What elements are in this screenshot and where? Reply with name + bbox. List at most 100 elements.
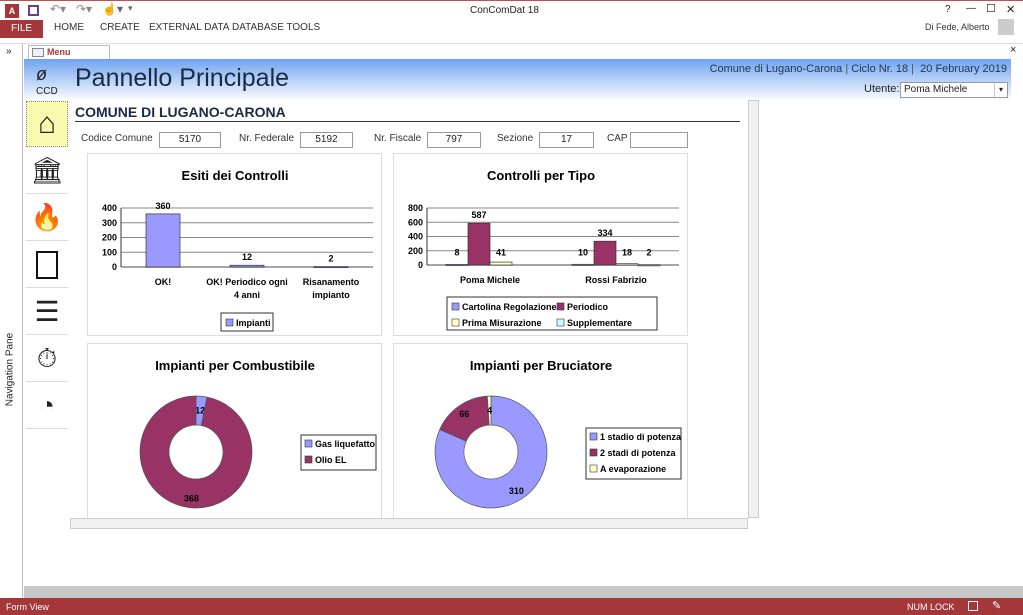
data-label: 66: [459, 409, 469, 419]
nr-fiscale-label: Nr. Fiscale: [374, 133, 422, 144]
chart-title: Controlli per Tipo: [487, 168, 595, 183]
cap-label: CAP: [607, 133, 628, 144]
ribbon: HOME CREATE EXTERNAL DATA DATABASE TOOLS…: [0, 19, 1023, 38]
x-tick-label: Rossi Fabrizio: [585, 275, 647, 285]
sezione-label: Sezione: [497, 133, 534, 144]
bar: [637, 264, 661, 267]
touch-mode-icon[interactable]: ☝▾: [102, 2, 123, 16]
status-bar: Form View NUM LOCK ✎: [0, 598, 1023, 615]
logo-text: CCD: [36, 86, 58, 97]
navigation-pane-label[interactable]: Navigation Pane: [5, 320, 16, 420]
data-label: 334: [597, 228, 612, 238]
comune-title: COMUNE DI LUGANO-CARONA: [75, 104, 286, 120]
expand-nav-button[interactable]: »: [6, 46, 12, 57]
tab-home[interactable]: HOME: [54, 22, 84, 33]
tab-external-data[interactable]: EXTERNAL DATA: [149, 22, 229, 33]
form-footer: [24, 586, 1023, 598]
data-label: 4: [487, 406, 492, 416]
divider: [75, 121, 740, 122]
close-button[interactable]: ✕: [1006, 3, 1015, 16]
num-lock-indicator: NUM LOCK: [907, 602, 955, 612]
sidebar-bank-button[interactable]: 🏛: [26, 148, 68, 194]
utente-value: Poma Michele: [904, 84, 968, 95]
form-view-icon[interactable]: [968, 601, 978, 611]
x-tick-label: OK!: [155, 277, 172, 287]
page-title: Pannello Principale: [75, 64, 290, 92]
bar: [313, 266, 349, 269]
sidebar-stopwatch-button[interactable]: ⏱: [26, 336, 68, 382]
legend-swatch: [451, 318, 460, 327]
close-tab-button[interactable]: ×: [1010, 44, 1016, 56]
cap-field[interactable]: [630, 132, 688, 148]
data-label: 8: [454, 247, 459, 257]
nr-fiscale-field[interactable]: 797: [427, 132, 481, 148]
sezione-field[interactable]: 17: [539, 132, 594, 148]
y-tick-label: 300: [102, 218, 117, 228]
ribbon-collapsed: [0, 38, 1023, 44]
header-info: Comune di Lugano-Carona | Ciclo Nr. 18 |…: [709, 63, 1007, 75]
data-label: 360: [155, 201, 170, 211]
legend-swatch: [589, 448, 598, 457]
nr-federale-field[interactable]: 5192: [300, 132, 353, 148]
bar: [145, 213, 181, 268]
save-icon[interactable]: [28, 5, 39, 16]
codice-comune-label: Codice Comune: [81, 133, 153, 144]
legend-label: Supplementare: [567, 318, 632, 328]
customize-toolbar-icon[interactable]: ▾: [128, 3, 133, 14]
chevron-down-icon[interactable]: ▾: [994, 83, 1007, 97]
bar: [593, 240, 617, 266]
sidebar-contacts-button[interactable]: [26, 242, 68, 288]
view-mode: Form View: [6, 602, 49, 612]
redo-icon[interactable]: ↷▾: [76, 2, 92, 16]
legend-swatch: [589, 432, 598, 441]
sidebar-reports-button[interactable]: ◔: [26, 383, 68, 429]
bar: [445, 264, 469, 266]
legend-swatch: [589, 464, 598, 473]
leaf-logo-icon: ø: [36, 64, 47, 84]
user-avatar[interactable]: [998, 19, 1014, 35]
chart-title: Impianti per Combustibile: [155, 358, 315, 373]
y-tick-label: 200: [102, 233, 117, 243]
minimize-button[interactable]: —: [966, 3, 976, 14]
horizontal-scrollbar[interactable]: [70, 518, 748, 529]
help-button[interactable]: ?: [945, 4, 951, 15]
stopwatch-icon: ⏱: [36, 342, 58, 373]
date: 20 February 2019: [920, 63, 1007, 75]
codice-comune-field[interactable]: 5170: [159, 132, 221, 148]
sidebar-home-button[interactable]: ⌂: [26, 101, 68, 147]
design-view-icon[interactable]: ✎: [992, 599, 1001, 612]
tab-database-tools[interactable]: DATABASE TOOLS: [232, 22, 320, 33]
navigation-pane[interactable]: » Navigation Pane: [0, 44, 23, 598]
tab-menu-principale[interactable]: Menu Principale: [28, 45, 110, 70]
sidebar-fire-button[interactable]: 🔥: [26, 195, 68, 241]
file-tab[interactable]: FILE: [0, 20, 43, 38]
legend-label: Prima Misurazione: [462, 318, 542, 328]
user-name[interactable]: Di Fede, Alberto: [925, 22, 990, 32]
data-label: 368: [184, 493, 199, 503]
legend-label: Gas liquefatto: [315, 439, 376, 449]
sidebar-list-button[interactable]: ☰: [26, 289, 68, 335]
tab-create[interactable]: CREATE: [100, 22, 140, 33]
vertical-scrollbar[interactable]: [748, 100, 759, 518]
form-icon: [32, 48, 44, 57]
data-label: 587: [471, 210, 486, 220]
legend-label: Periodico: [567, 302, 609, 312]
y-tick-label: 0: [418, 260, 423, 270]
chart-esiti: Esiti dei Controlli 0 100 200 300 400 OK! 360 OK…: [87, 153, 382, 336]
utente-select[interactable]: Poma Michele ▾: [900, 82, 1008, 98]
y-tick-label: 800: [408, 203, 423, 213]
x-tick-label: impianto: [312, 290, 350, 300]
undo-icon[interactable]: ↶▾: [50, 2, 66, 16]
nr-federale-label: Nr. Federale: [239, 133, 295, 144]
x-tick-label: OK! Periodico ogni: [206, 277, 288, 287]
legend-swatch: [451, 302, 460, 311]
y-tick-label: 400: [408, 232, 423, 242]
chart-combustibile: Impianti per Combustibile 12 368 Gas liquef…: [87, 343, 382, 519]
donut-slice: [139, 395, 253, 509]
maximize-button[interactable]: ☐: [986, 2, 996, 15]
data-label: 12: [242, 252, 252, 262]
chart-title: Esiti dei Controlli: [182, 168, 289, 183]
y-tick-label: 200: [408, 246, 423, 256]
legend-swatch: [556, 302, 565, 311]
legend-swatch: [225, 318, 234, 327]
